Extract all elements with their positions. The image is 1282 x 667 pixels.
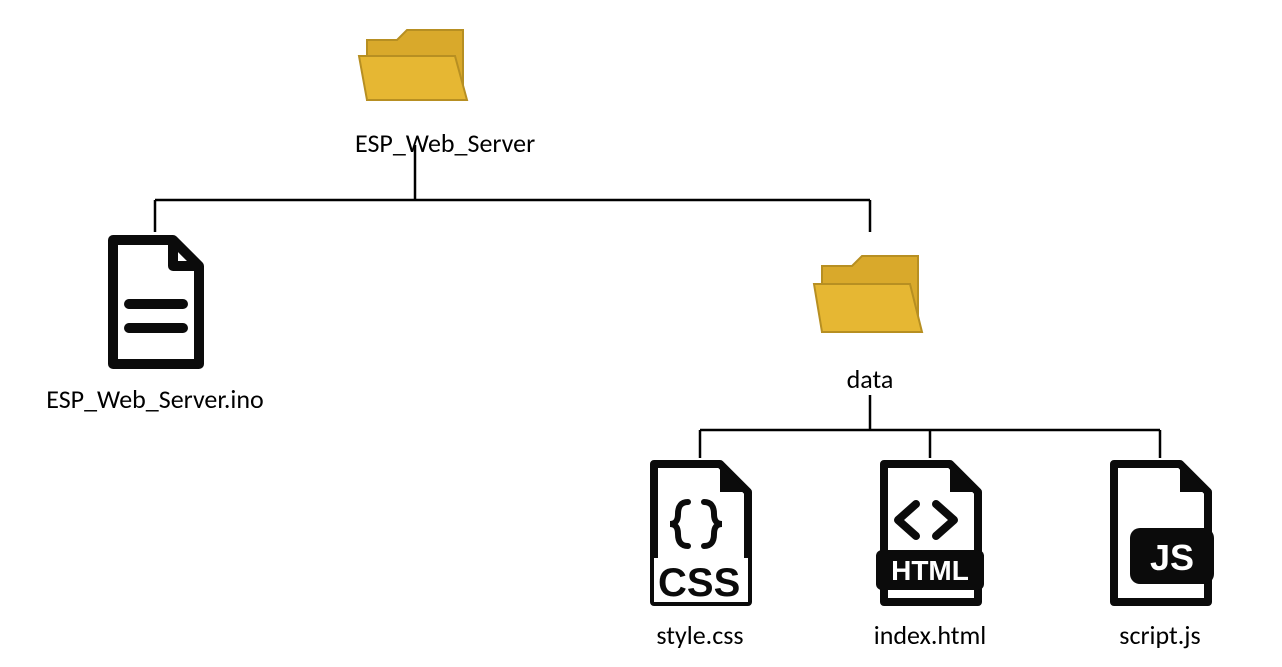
node-html-file: HTML index.html: [870, 458, 990, 651]
svg-text:HTML: HTML: [891, 555, 969, 586]
node-root-folder: ESP_Web_Server: [355, 16, 475, 159]
css-file-label: style.css: [640, 619, 760, 651]
node-css-file: CSS style.css: [640, 458, 760, 651]
js-file-label: script.js: [1100, 619, 1220, 651]
folder-icon: [810, 338, 930, 357]
svg-text:JS: JS: [1150, 537, 1194, 578]
data-folder-label: data: [810, 363, 930, 395]
ino-file-label: ESP_Web_Server.ino: [35, 383, 275, 415]
file-html-icon: HTML: [870, 594, 990, 613]
file-js-icon: JS: [1100, 594, 1220, 613]
root-folder-label: ESP_Web_Server: [355, 127, 475, 159]
svg-text:CSS: CSS: [658, 561, 740, 605]
folder-icon: [355, 102, 475, 121]
file-code-icon: [95, 358, 215, 377]
node-data-folder: data: [810, 232, 930, 395]
html-file-label: index.html: [870, 619, 990, 651]
node-js-file: JS script.js: [1100, 458, 1220, 651]
node-ino-file: ESP_Web_Server.ino: [95, 232, 215, 415]
file-css-icon: CSS: [640, 594, 760, 613]
